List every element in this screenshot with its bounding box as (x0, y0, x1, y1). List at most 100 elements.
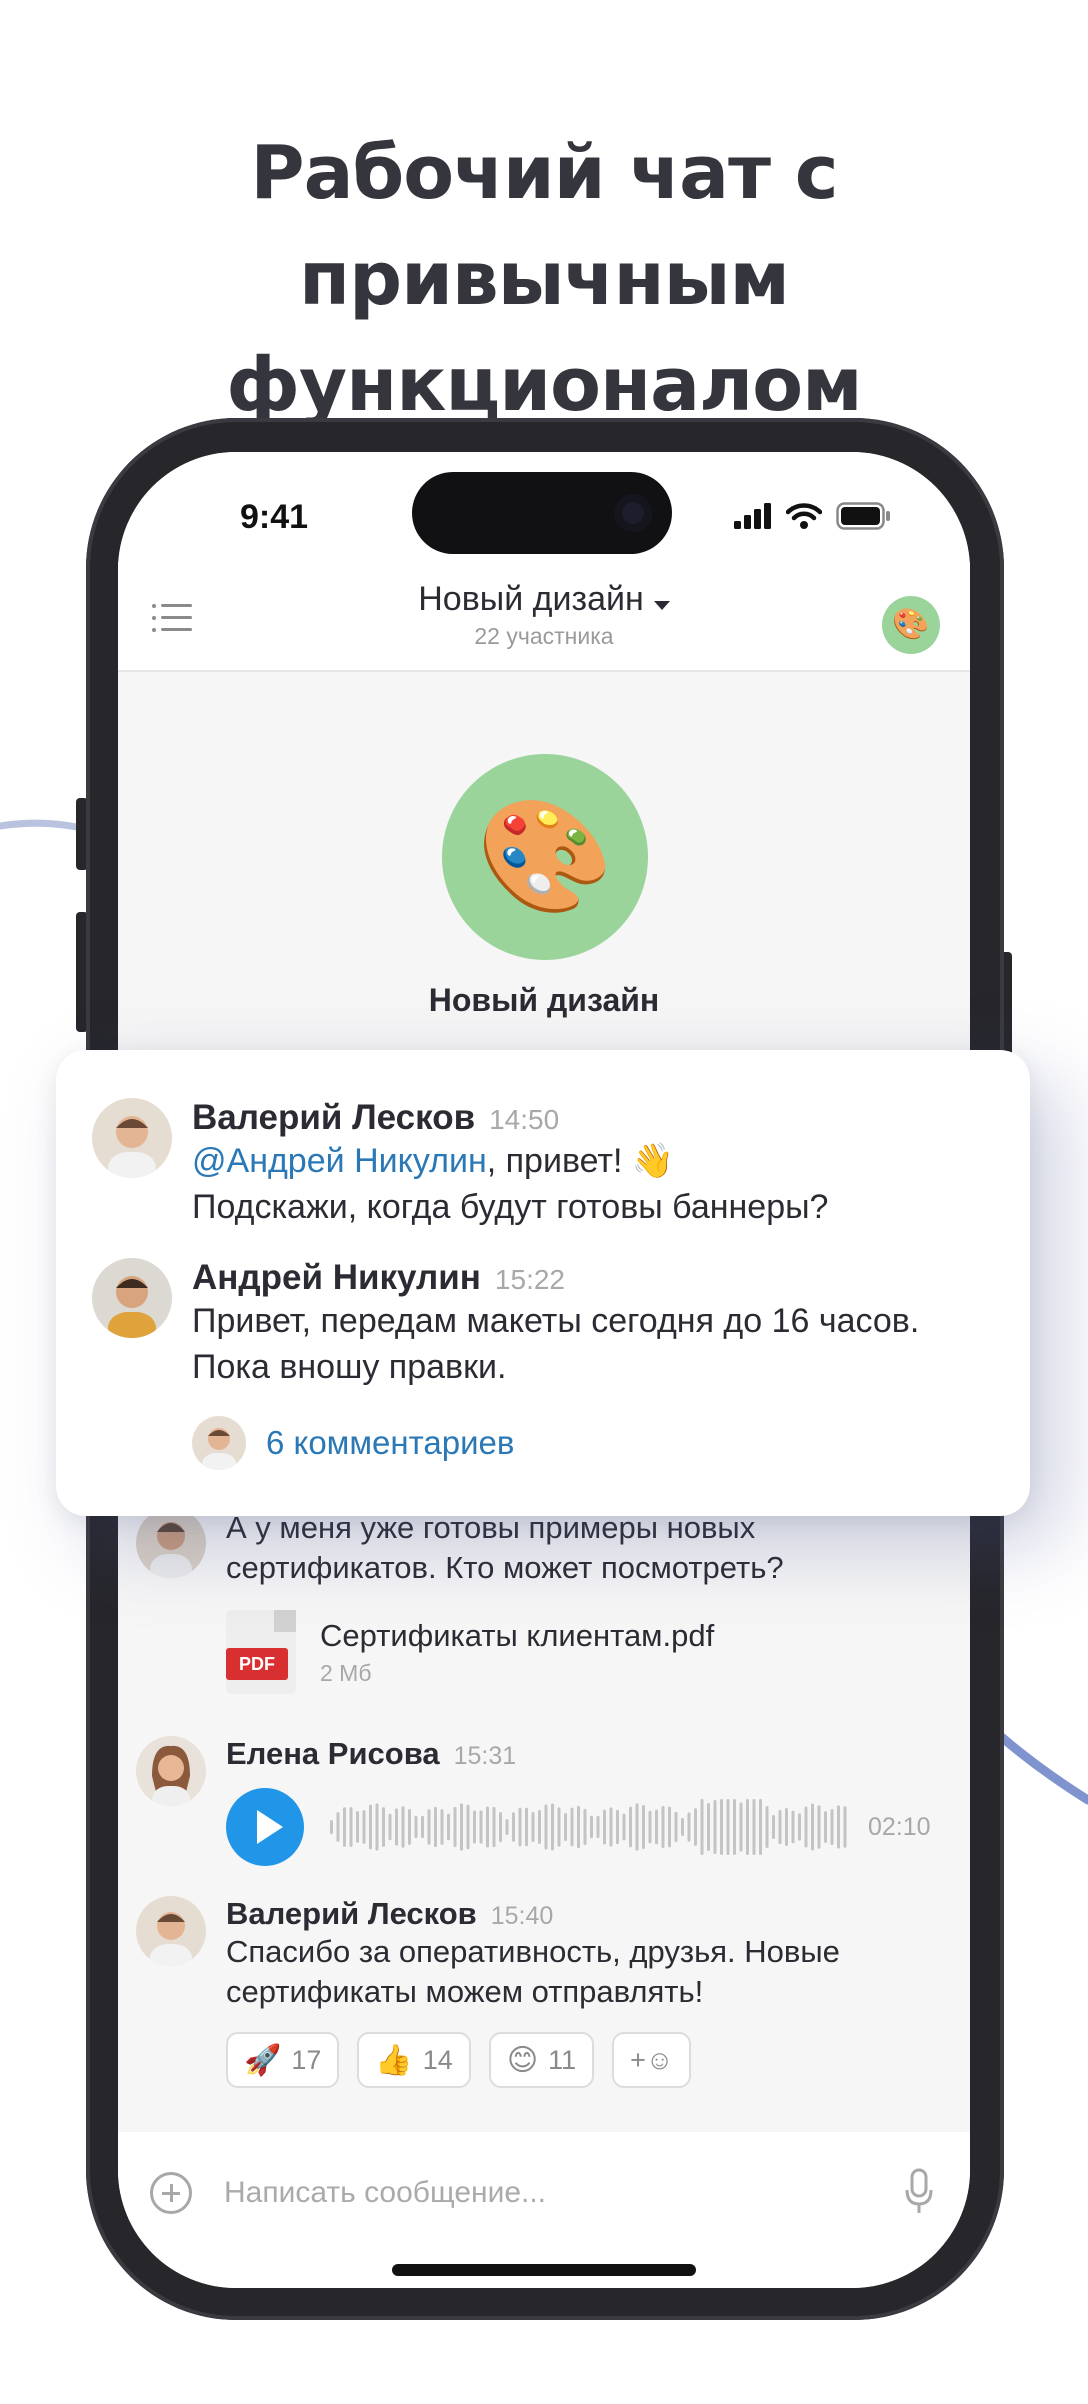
file-name: Сертификаты клиентам.pdf (320, 1617, 715, 1653)
highlighted-thread-card: Валерий Лесков 14:50 @Андрей Никулин, при… (56, 1050, 1030, 1516)
avatar (136, 1896, 206, 1966)
reactions: 🚀 17 👍 14 😊 11 +☺ (226, 2032, 936, 2088)
chat-avatar[interactable]: 🎨 (882, 596, 940, 654)
waveform-bar (518, 1807, 522, 1847)
message-item: Елена Рисова 15:31 02:10 (136, 1736, 936, 1866)
add-reaction-button[interactable]: +☺ (612, 2032, 692, 2088)
reaction-rocket[interactable]: 🚀 17 (226, 2032, 340, 2088)
message-time: 15:40 (490, 1902, 554, 1930)
waveform-bar (798, 1813, 801, 1841)
message-author[interactable]: Андрей Никулин (192, 1258, 481, 1297)
avatar (136, 1508, 206, 1578)
waveform-bar (473, 1810, 476, 1844)
waveform-bar (603, 1809, 606, 1845)
waveform-bar (739, 1802, 743, 1852)
waveform-bar (726, 1799, 730, 1855)
waveform-bar (564, 1812, 567, 1842)
waveform-bar (577, 1805, 580, 1849)
waveform-bar (590, 1815, 593, 1839)
wifi-icon (786, 503, 822, 529)
waveform-bar (759, 1799, 762, 1855)
camera-icon (614, 494, 652, 532)
message-item: Валерий Лесков 14:50 @Андрей Никулин, при… (92, 1098, 1002, 1230)
message-author[interactable]: Елена Рисова (226, 1736, 440, 1771)
voice-waveform[interactable] (330, 1797, 850, 1857)
waveform-bar (752, 1799, 756, 1855)
rocket-icon: 🚀 (244, 2043, 282, 2077)
message-item: А у меня уже готовы примеры новых сертиф… (136, 1508, 936, 1694)
microphone-icon[interactable] (904, 2168, 934, 2216)
waveform-bar (837, 1805, 840, 1849)
waveform-bar (707, 1802, 710, 1852)
waveform-bar (765, 1805, 769, 1849)
waveform-bar (733, 1799, 736, 1855)
waveform-bar (616, 1809, 619, 1845)
message-input[interactable] (224, 2168, 844, 2218)
file-size: 2 Мб (320, 1659, 372, 1686)
thread-comments-link[interactable]: 6 комментариев (192, 1416, 1002, 1470)
status-time: 9:41 (240, 498, 309, 536)
message-author[interactable]: Валерий Лесков (226, 1896, 477, 1931)
waveform-bar (824, 1811, 827, 1843)
waveform-bar (622, 1813, 626, 1841)
file-attachment[interactable]: PDF Сертификаты клиентам.pdf 2 Мб (226, 1610, 936, 1694)
waveform-bar (687, 1812, 691, 1842)
smile-icon: 😊 (506, 2043, 539, 2077)
comments-count-link[interactable]: 6 комментариев (266, 1424, 514, 1462)
waveform-bar (486, 1806, 489, 1848)
waveform-bar (356, 1811, 359, 1843)
waveform-bar (791, 1810, 795, 1844)
waveform-bar (772, 1815, 775, 1839)
avatar (136, 1736, 206, 1806)
waveform-bar (343, 1807, 346, 1847)
waveform-bar (642, 1804, 645, 1850)
waveform-bar (388, 1813, 392, 1841)
message-text-line-2: Подскажи, когда будут готовы баннеры? (192, 1188, 829, 1226)
user-mention[interactable]: @Андрей Никулин (192, 1142, 487, 1180)
message-author[interactable]: Валерий Лесков (192, 1098, 475, 1137)
message-item: Андрей Никулин 15:22 Привет, передам маке… (92, 1258, 1002, 1470)
play-button[interactable] (226, 1788, 304, 1866)
waveform-bar (778, 1809, 782, 1845)
status-icons (734, 502, 892, 530)
waveform-bar (843, 1806, 847, 1848)
attach-plus-icon[interactable] (150, 2172, 192, 2214)
waveform-bar (499, 1811, 502, 1843)
waveform-bar (648, 1810, 652, 1844)
waveform-bar (830, 1809, 834, 1845)
waveform-bar (694, 1808, 697, 1846)
waveform-bar (811, 1803, 814, 1851)
avatar (92, 1098, 172, 1178)
waveform-bar (746, 1799, 749, 1855)
battery-icon (836, 502, 890, 530)
waveform-bar (369, 1804, 372, 1850)
waveform-bar (817, 1805, 821, 1849)
message-text-line-1: Привет, передам макеты сегодня до 16 час… (192, 1302, 920, 1340)
thumbs-up-icon: 👍 (375, 2043, 413, 2077)
reaction-count: 14 (422, 2044, 453, 2075)
chevron-down-icon (653, 601, 670, 611)
reaction-count: 11 (548, 2044, 577, 2075)
message-text: А у меня уже готовы примеры новых сертиф… (226, 1510, 784, 1585)
group-name: Новый дизайн (428, 982, 660, 1018)
waveform-bar (505, 1818, 509, 1836)
reaction-smile[interactable]: 😊 11 (488, 2032, 595, 2088)
reaction-count: 17 (291, 2044, 322, 2075)
waveform-bar (512, 1812, 515, 1842)
waveform-bar (668, 1806, 671, 1848)
chat-header: Новый дизайн 22 участника 🎨 (118, 562, 970, 672)
chat-title-button[interactable]: Новый дизайн 22 участника (118, 580, 970, 650)
dynamic-island (412, 472, 672, 554)
waveform-bar (674, 1811, 678, 1843)
waveform-bar (596, 1815, 600, 1839)
waveform-bar (349, 1807, 353, 1847)
reaction-thumbs-up[interactable]: 👍 14 (357, 2032, 471, 2088)
message-time: 14:50 (489, 1104, 560, 1135)
waveform-bar (427, 1809, 431, 1845)
avatar (92, 1258, 172, 1338)
pdf-file-icon: PDF (226, 1610, 296, 1694)
waveform-bar (460, 1803, 463, 1851)
promo-headline: Рабочий чат с привычным функционалом (0, 120, 1088, 438)
waveform-bar (544, 1804, 548, 1850)
waveform-bar (401, 1806, 405, 1848)
